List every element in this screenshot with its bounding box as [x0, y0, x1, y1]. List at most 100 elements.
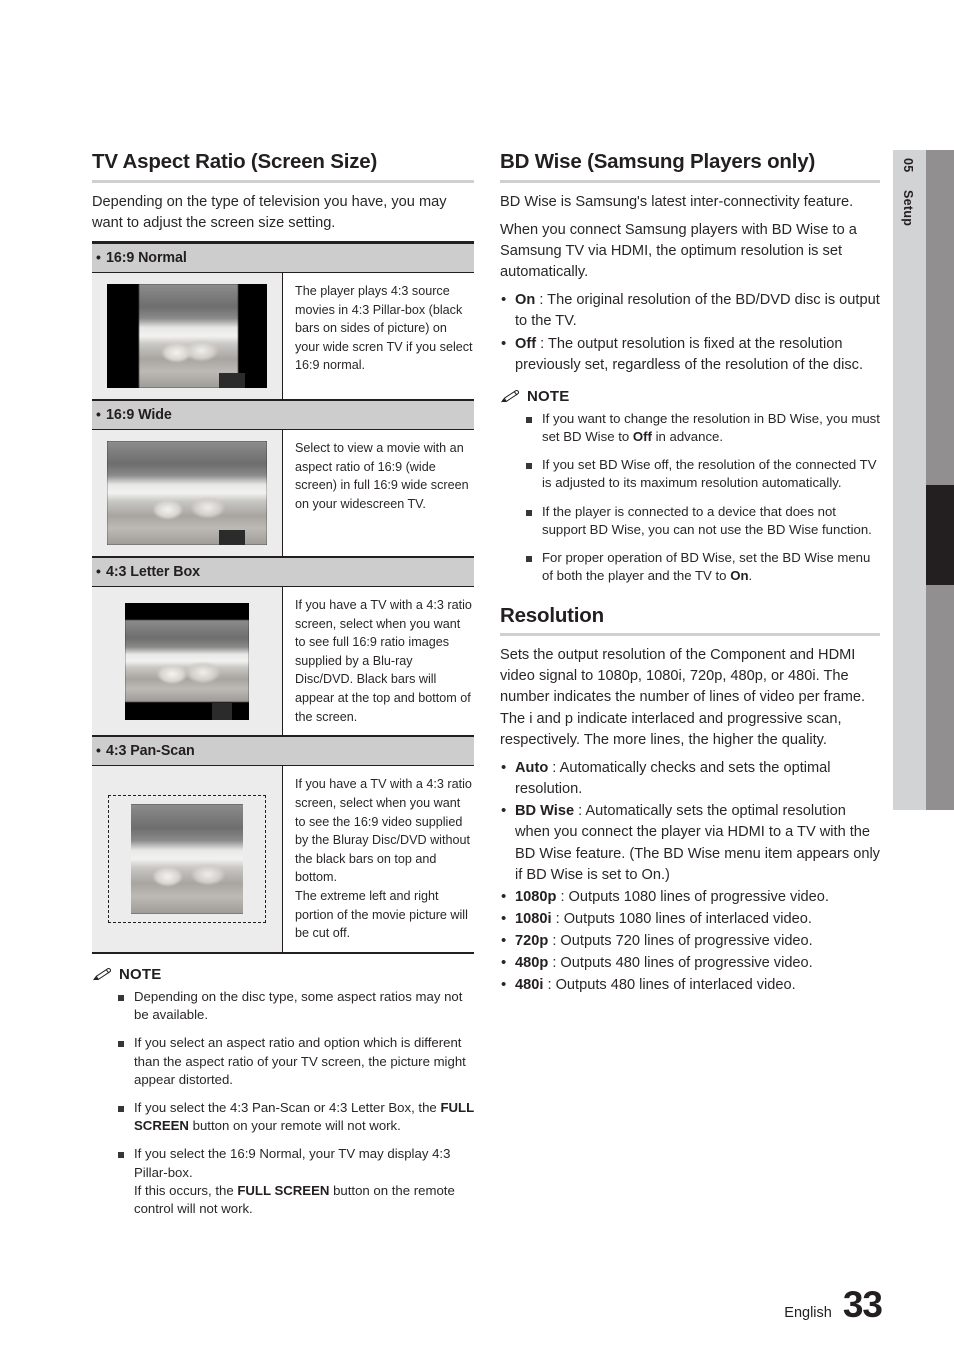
aspect-ratio-row-heading: 4:3 Letter Box — [92, 557, 474, 587]
plain-text: If this occurs, the — [134, 1182, 238, 1198]
aspect-ratio-thumbnail-pan-scan — [108, 795, 266, 924]
title-rule — [92, 179, 474, 183]
photo-dark-detail — [211, 703, 232, 720]
option-term: 480i — [515, 977, 544, 994]
right-column: BD Wise (Samsung Players only) BD Wise i… — [500, 150, 880, 998]
note-list-right: If you want to change the resolution in … — [500, 410, 880, 586]
bd-wise-paragraph: When you connect Samsung players with BD… — [500, 221, 857, 281]
aspect-ratio-row-heading: 4:3 Pan-Scan — [92, 737, 474, 767]
note-label-left: NOTE — [119, 965, 162, 983]
option-term: 1080p — [515, 888, 557, 905]
page-footer: English 33 — [784, 1284, 883, 1326]
option-item: Auto : Automatically checks and sets the… — [500, 757, 880, 800]
aspect-ratio-thumbnail-wide — [107, 440, 267, 545]
aspect-ratio-table: 16:9 Normal The player plays 4:3 source m… — [92, 240, 474, 954]
option-term: On — [515, 292, 536, 309]
plain-text: For proper operation of BD Wise, set the… — [542, 550, 871, 584]
option-item: 480p : Outputs 480 lines of progressive … — [500, 952, 880, 974]
aspect-ratio-table-row: If you have a TV with a 4:3 ratio screen… — [92, 586, 474, 738]
emphasis-text: On — [730, 568, 749, 584]
photo-dark-detail — [219, 373, 245, 388]
bd-wise-title: BD Wise (Samsung Players only) — [500, 150, 816, 173]
aspect-ratio-description: The player plays 4:3 source movies in 4:… — [295, 283, 473, 373]
aspect-ratio-table-row: Select to view a movie with an aspect ra… — [92, 429, 474, 558]
option-item: 1080i : Outputs 1080 lines of interlaced… — [500, 908, 880, 930]
aspect-ratio-illustration-cell — [92, 766, 283, 952]
footer-language: English — [784, 1305, 832, 1321]
resolution-options-list: Auto : Automatically checks and sets the… — [500, 757, 880, 997]
aspect-ratio-thumbnail-pillar-box — [107, 283, 267, 388]
pencil-icon — [500, 389, 520, 403]
plain-text: button on your remote will not work. — [188, 1118, 401, 1134]
tv-aspect-ratio-intro: Depending on the type of television you … — [92, 193, 447, 231]
option-term: Auto — [515, 759, 549, 776]
option-item: BD Wise : Automatically sets the optimal… — [500, 800, 880, 886]
note-list-left: Depending on the disc type, some aspect … — [92, 988, 474, 1218]
option-term: Off — [515, 335, 537, 352]
plain-text: If you select an aspect ratio and option… — [134, 1035, 466, 1087]
aspect-ratio-row-heading: 16:9 Wide — [92, 400, 474, 430]
option-description: : Outputs 480 lines of progressive video… — [548, 955, 813, 972]
note-item: For proper operation of BD Wise, set the… — [526, 549, 880, 585]
photo-dark-detail — [219, 530, 245, 545]
bd-wise-paragraph: BD Wise is Samsung's latest inter-connec… — [500, 193, 854, 210]
option-description: : Outputs 720 lines of progressive video… — [548, 933, 813, 950]
tv-frame — [131, 804, 243, 915]
section-tab-active-marker — [926, 485, 954, 585]
aspect-ratio-description: Select to view a movie with an aspect ra… — [295, 440, 469, 511]
option-description: : Outputs 480 lines of interlaced video. — [543, 977, 796, 994]
option-item: 480i : Outputs 480 lines of interlaced v… — [500, 974, 880, 996]
note-item: Depending on the disc type, some aspect … — [118, 988, 474, 1024]
option-term: 720p — [515, 933, 549, 950]
option-item: 720p : Outputs 720 lines of progressive … — [500, 930, 880, 952]
option-description: : Automatically checks and sets the opti… — [515, 759, 831, 798]
puppies-photo — [131, 804, 243, 915]
option-description: : Outputs 1080 lines of interlaced video… — [551, 911, 812, 927]
note-item: If you select the 16:9 Normal, your TV m… — [118, 1145, 474, 1218]
aspect-ratio-illustration-cell — [92, 272, 283, 399]
aspect-ratio-illustration-cell — [92, 429, 283, 556]
option-term: BD Wise — [515, 803, 575, 820]
tv-frame — [107, 283, 267, 388]
resolution-paragraph: Sets the output resolution of the Compon… — [500, 647, 866, 748]
tv-frame — [107, 440, 267, 545]
resolution-title: Resolution — [500, 603, 604, 627]
option-item: On : The original resolution of the BD/D… — [500, 289, 880, 332]
aspect-ratio-description: If you have a TV with a 4:3 ratio screen… — [295, 777, 472, 941]
tv-aspect-ratio-title: TV Aspect Ratio (Screen Size) — [92, 150, 378, 173]
option-term: 480p — [515, 955, 549, 972]
plain-text: in advance. — [651, 429, 724, 445]
note-label-right: NOTE — [527, 387, 570, 405]
option-description: : The original resolution of the BD/DVD … — [515, 292, 880, 330]
plain-text: If you select the 16:9 Normal, your TV m… — [134, 1146, 451, 1180]
pencil-icon — [92, 967, 112, 981]
pan-scan-crop-boundary — [108, 795, 266, 924]
note-header-right: NOTE — [500, 388, 880, 405]
bd-wise-paragraphs: BD Wise is Samsung's latest inter-connec… — [500, 192, 880, 284]
bd-wise-options-list: On : The original resolution of the BD/D… — [500, 289, 880, 376]
plain-text: Depending on the disc type, some aspect … — [134, 988, 463, 1023]
puppies-photo — [125, 620, 249, 702]
note-item: If you select an aspect ratio and option… — [118, 1034, 474, 1089]
note-item: If you set BD Wise off, the resolution o… — [526, 456, 880, 492]
plain-text: If you set BD Wise off, the resolution o… — [542, 457, 877, 491]
plain-text: If you select the 4:3 Pan-Scan or 4:3 Le… — [134, 1099, 441, 1115]
section-tab-dark-strip — [926, 150, 954, 810]
plain-text: If the player is connected to a device t… — [542, 503, 872, 537]
aspect-ratio-thumbnail-letter-box — [125, 602, 249, 720]
emphasis-text: Off — [632, 429, 652, 445]
aspect-ratio-row-heading: 16:9 Normal — [92, 243, 474, 273]
resolution-rule — [500, 633, 880, 637]
footer-page-number: 33 — [842, 1284, 883, 1325]
emphasis-text: FULL SCREEN — [237, 1182, 330, 1198]
left-column: TV Aspect Ratio (Screen Size) Depending … — [92, 150, 474, 1228]
puppies-photo — [139, 283, 239, 388]
option-term: 1080i — [515, 911, 552, 927]
aspect-ratio-description: If you have a TV with a 4:3 ratio screen… — [295, 597, 472, 724]
tv-frame — [125, 602, 249, 720]
option-description: : The output resolution is fixed at the … — [515, 335, 863, 373]
option-item: Off : The output resolution is fixed at … — [500, 332, 880, 376]
aspect-ratio-illustration-cell — [92, 586, 283, 736]
plain-text: . — [748, 568, 753, 584]
section-tab-label: Setup — [901, 190, 915, 227]
